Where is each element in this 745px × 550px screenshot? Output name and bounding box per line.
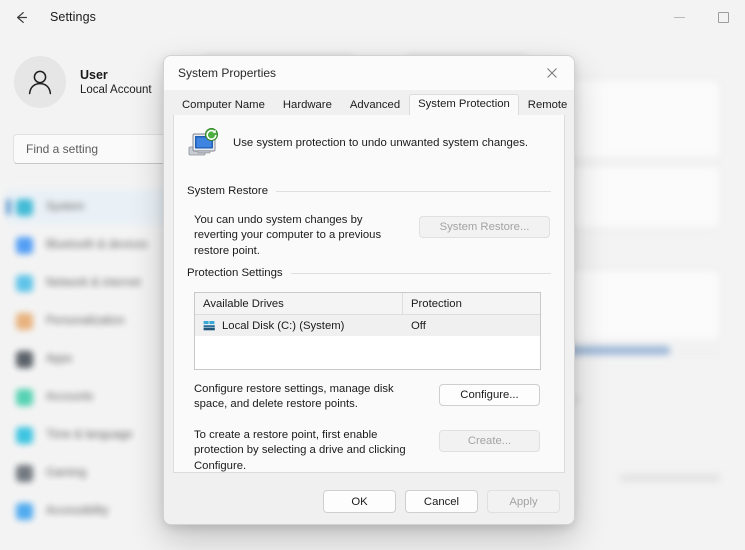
hard-drive-icon bbox=[203, 320, 215, 330]
dialog-title: System Properties bbox=[178, 66, 277, 80]
sidebar-item-label: Apps bbox=[46, 353, 73, 365]
available-drives-table[interactable]: Available Drives Protection Local Disk (… bbox=[194, 292, 541, 370]
cell-drive-name: Local Disk (C:) (System) bbox=[195, 320, 403, 332]
sidebar-item-label: Personalization bbox=[46, 315, 125, 327]
system-restore-group-head: System Restore bbox=[187, 185, 551, 197]
system-restore-group: System Restore bbox=[187, 185, 551, 197]
system-restore-button[interactable]: System Restore... bbox=[419, 216, 550, 238]
system-protection-computer-icon bbox=[188, 128, 218, 156]
account-block[interactable]: User Local Account bbox=[14, 56, 152, 108]
minimize-icon bbox=[673, 16, 685, 18]
sidebar-item-label: Time & language bbox=[46, 429, 133, 441]
table-header-row: Available Drives Protection bbox=[195, 293, 540, 315]
time-language-icon bbox=[16, 426, 33, 444]
dialog-tabs: Computer Name Hardware Advanced System P… bbox=[173, 94, 567, 116]
table-row[interactable]: Local Disk (C:) (System) Off bbox=[195, 315, 540, 336]
settings-app-title: Settings bbox=[50, 10, 96, 24]
sidebar-item-label: Bluetooth & devices bbox=[46, 239, 148, 251]
window-controls bbox=[657, 0, 745, 34]
sidebar-item-label: Accessibility bbox=[46, 505, 109, 517]
back-arrow-icon[interactable] bbox=[6, 3, 36, 31]
cell-protection-state: Off bbox=[411, 319, 426, 332]
sidebar-item-label: System bbox=[46, 201, 85, 213]
maximize-icon bbox=[717, 11, 729, 23]
system-properties-dialog: System Properties Computer Name Hardware… bbox=[163, 55, 575, 525]
search-input[interactable]: Find a setting bbox=[13, 134, 181, 164]
network-internet-icon bbox=[16, 274, 33, 292]
column-header-available-drives[interactable]: Available Drives bbox=[195, 293, 403, 314]
system-icon bbox=[16, 198, 33, 216]
person-avatar-icon bbox=[14, 56, 66, 108]
sidebar-item-label: Gaming bbox=[46, 467, 87, 479]
tab-system-protection[interactable]: System Protection bbox=[409, 94, 519, 116]
account-text: User Local Account bbox=[80, 67, 152, 98]
column-header-protection[interactable]: Protection bbox=[403, 293, 540, 314]
settings-titlebar: Settings bbox=[0, 0, 745, 34]
protection-settings-group-head: Protection Settings bbox=[187, 267, 551, 279]
maximize-button[interactable] bbox=[701, 1, 745, 33]
system-protection-tabpage: Use system protection to undo unwanted s… bbox=[173, 115, 565, 473]
settings-sidebar: User Local Account Find a setting System… bbox=[0, 34, 190, 550]
tab-hardware[interactable]: Hardware bbox=[274, 95, 341, 115]
create-button[interactable]: Create... bbox=[439, 430, 540, 452]
close-icon[interactable] bbox=[530, 56, 574, 89]
dialog-titlebar: System Properties bbox=[164, 56, 574, 90]
account-subtitle: Local Account bbox=[80, 83, 152, 96]
search-placeholder-text: Find a setting bbox=[26, 142, 99, 156]
dialog-body: Computer Name Hardware Advanced System P… bbox=[164, 90, 574, 479]
drive-name-text: Local Disk (C:) (System) bbox=[222, 319, 345, 332]
apps-icon bbox=[16, 350, 33, 368]
protection-settings-group: Protection Settings bbox=[187, 267, 551, 279]
personalization-icon bbox=[16, 312, 33, 330]
bluetooth-devices-icon bbox=[16, 236, 33, 254]
group-divider bbox=[290, 272, 551, 274]
accounts-icon bbox=[16, 388, 33, 406]
sidebar-item-label: Accounts bbox=[46, 391, 94, 403]
group-divider bbox=[276, 190, 551, 192]
configure-description: Configure restore settings, manage disk … bbox=[194, 383, 394, 411]
protection-header-text: Use system protection to undo unwanted s… bbox=[233, 137, 529, 149]
tab-remote[interactable]: Remote bbox=[519, 95, 574, 115]
protection-settings-group-title: Protection Settings bbox=[187, 267, 283, 279]
screen: Settings User Local Account Find a setti… bbox=[0, 0, 745, 550]
ok-button[interactable]: OK bbox=[323, 490, 396, 513]
tab-advanced[interactable]: Advanced bbox=[341, 95, 409, 115]
cancel-button[interactable]: Cancel bbox=[405, 490, 478, 513]
sidebar-item-label: Network & internet bbox=[46, 277, 141, 289]
account-name: User bbox=[80, 67, 108, 82]
protection-header: Use system protection to undo unwanted s… bbox=[186, 128, 552, 162]
apply-button[interactable]: Apply bbox=[487, 490, 560, 513]
system-restore-description: You can undo system changes by reverting… bbox=[194, 214, 382, 257]
tab-computer-name[interactable]: Computer Name bbox=[173, 95, 274, 115]
dialog-footer: OK Cancel Apply bbox=[164, 479, 574, 524]
accessibility-icon bbox=[16, 502, 33, 520]
configure-button[interactable]: Configure... bbox=[439, 384, 540, 406]
system-restore-group-title: System Restore bbox=[187, 185, 269, 197]
create-description: To create a restore point, first enable … bbox=[194, 429, 406, 472]
minimize-button[interactable] bbox=[657, 1, 701, 33]
gaming-icon bbox=[16, 464, 33, 482]
